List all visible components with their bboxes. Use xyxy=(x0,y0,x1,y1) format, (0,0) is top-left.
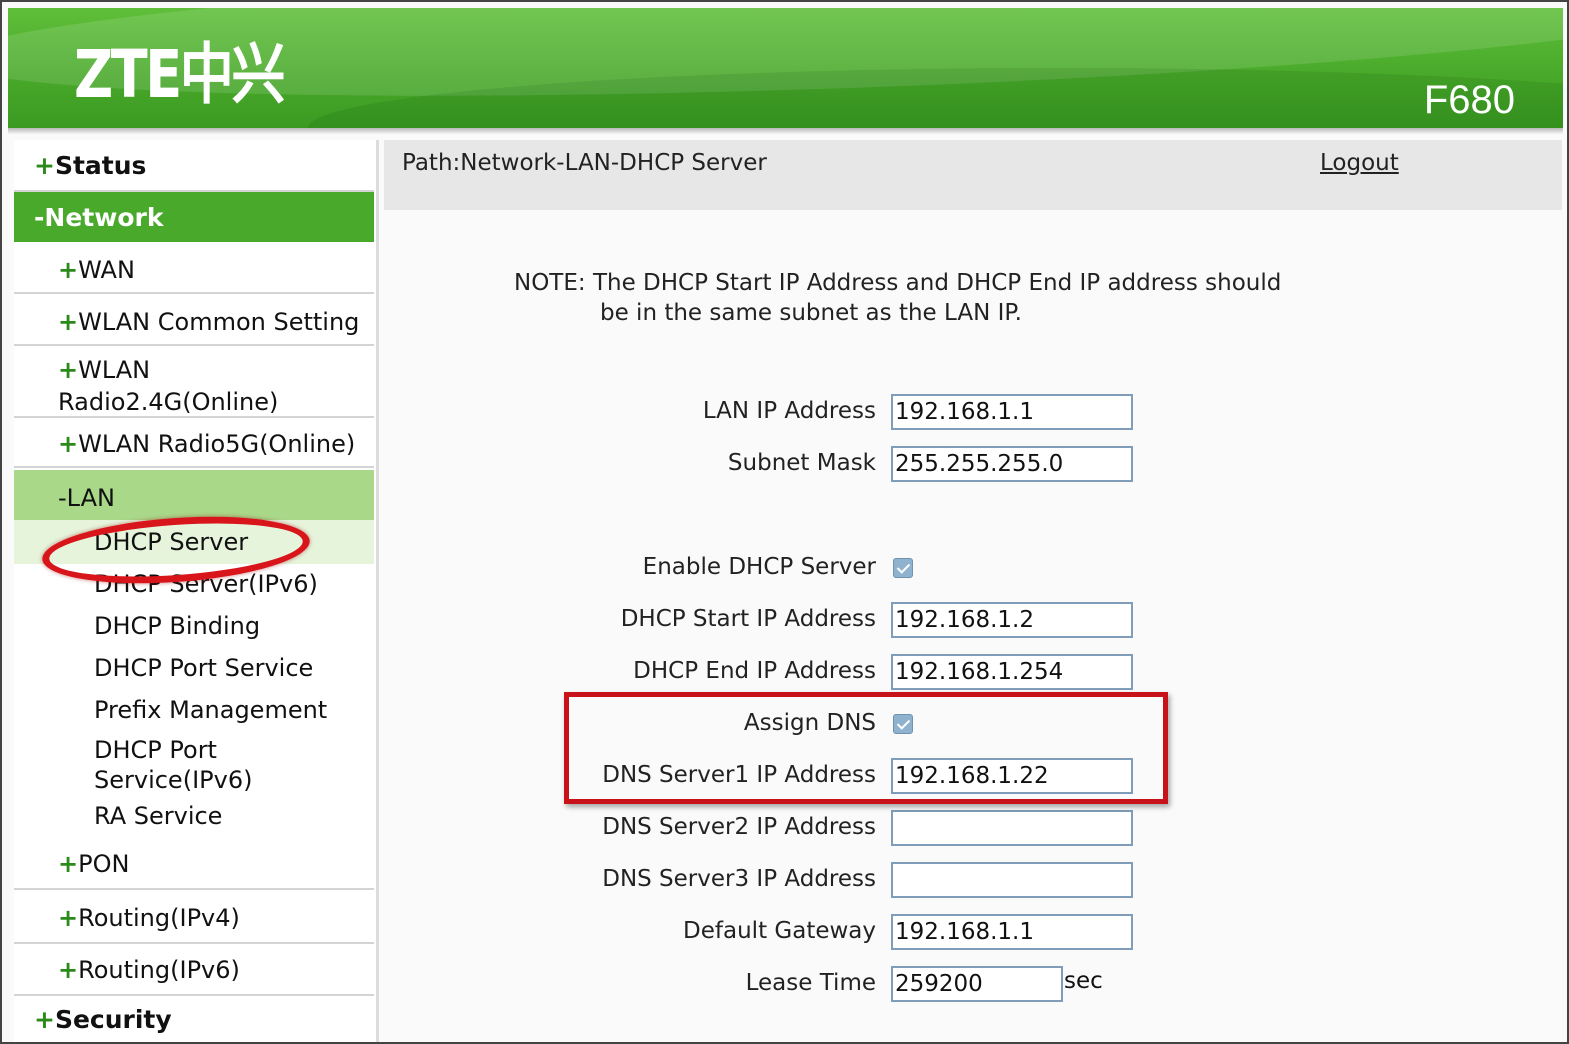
sidebar-item-label-line2: Service(IPv6) xyxy=(94,766,253,794)
path-bar: Path:Network-LAN-DHCP Server Logout xyxy=(384,140,1562,210)
sidebar-item-wlan-radio5g[interactable]: +WLAN Radio5G(Online) xyxy=(14,418,374,468)
sidebar-item-label: WLAN xyxy=(78,356,151,384)
sidebar-item-label: Routing(IPv6) xyxy=(78,956,240,984)
dns3-row: DNS Server3 IP Address xyxy=(384,862,1562,902)
subnet-mask-input[interactable]: 255.255.255.0 xyxy=(891,446,1133,482)
sidebar-item-label: Network xyxy=(44,203,164,232)
lan-ip-label: LAN IP Address xyxy=(702,398,876,424)
sidebar-item-label: WLAN Common Setting xyxy=(78,308,360,336)
dns2-row: DNS Server2 IP Address xyxy=(384,810,1562,850)
expand-plus-icon: + xyxy=(34,151,55,180)
logout-link[interactable]: Logout xyxy=(1320,150,1399,176)
expand-plus-icon: + xyxy=(58,308,79,336)
dns3-input[interactable] xyxy=(891,862,1133,898)
sidebar-nav: +Status -Network +WAN +WLAN Common Setti… xyxy=(14,140,379,1042)
lease-time-label: Lease Time xyxy=(745,970,876,996)
sidebar-item-label: Routing(IPv4) xyxy=(78,904,240,932)
sidebar-item-wan[interactable]: +WAN xyxy=(14,242,374,294)
enable-dhcp-label: Enable DHCP Server xyxy=(642,554,876,580)
sidebar-item-ra-service[interactable]: RA Service xyxy=(14,798,374,838)
expand-plus-icon: + xyxy=(34,1005,55,1034)
highlight-box xyxy=(564,692,1168,804)
dhcp-start-label: DHCP Start IP Address xyxy=(620,606,876,632)
expand-plus-icon: + xyxy=(58,904,79,932)
sidebar-item-wlan-radio24[interactable]: +WLAN Radio2.4G(Online) xyxy=(14,346,374,418)
note-line-2: be in the same subnet as the LAN IP. xyxy=(600,300,1022,326)
sidebar-item-label: Status xyxy=(54,151,147,180)
sidebar-item-pon[interactable]: +PON xyxy=(14,840,374,890)
expand-plus-icon: + xyxy=(58,850,79,878)
device-model: F680 xyxy=(1423,78,1515,122)
dhcp-start-row: DHCP Start IP Address 192.168.1.2 xyxy=(384,602,1562,642)
gateway-label: Default Gateway xyxy=(683,918,876,944)
note-line-1: NOTE: The DHCP Start IP Address and DHCP… xyxy=(514,270,1282,296)
lan-ip-row: LAN IP Address 192.168.1.1 xyxy=(384,394,1562,434)
sidebar-item-label: RA Service xyxy=(94,802,223,830)
gateway-row: Default Gateway 192.168.1.1 xyxy=(384,914,1562,954)
expand-plus-icon: + xyxy=(58,956,79,984)
lease-time-input[interactable]: 259200 xyxy=(891,966,1063,1002)
dhcp-end-input[interactable]: 192.168.1.254 xyxy=(891,654,1133,690)
sidebar-item-dhcp-port-service[interactable]: DHCP Port Service xyxy=(14,650,374,690)
header-divider xyxy=(8,128,1563,134)
lease-time-row: Lease Time 259200 sec xyxy=(384,966,1562,1006)
subnet-mask-label: Subnet Mask xyxy=(727,450,876,476)
sidebar-item-label: DHCP Port Service xyxy=(94,654,314,682)
lease-time-unit: sec xyxy=(1064,968,1103,994)
router-admin-window: ZTE中兴 F680 +Status -Network +WAN +WLAN C… xyxy=(0,0,1569,1044)
sidebar-item-label: Security xyxy=(54,1005,172,1034)
gateway-input[interactable]: 192.168.1.1 xyxy=(891,914,1133,950)
sidebar-item-label-line2: Radio2.4G(Online) xyxy=(58,388,279,416)
dhcp-end-row: DHCP End IP Address 192.168.1.254 xyxy=(384,654,1562,694)
dhcp-end-label: DHCP End IP Address xyxy=(633,658,876,684)
expand-plus-icon: + xyxy=(58,356,79,384)
sidebar-item-label: DHCP Port xyxy=(94,736,217,764)
collapse-minus-icon: - xyxy=(58,484,67,512)
sidebar-item-dhcp-binding[interactable]: DHCP Binding xyxy=(14,608,374,648)
sidebar-item-label: Prefix Management xyxy=(94,696,328,724)
breadcrumb: Path:Network-LAN-DHCP Server xyxy=(402,150,767,176)
sidebar-item-lan[interactable]: -LAN xyxy=(14,470,374,520)
expand-plus-icon: + xyxy=(58,256,79,284)
subnet-mask-row: Subnet Mask 255.255.255.0 xyxy=(384,446,1562,486)
sidebar-item-routing-ipv4[interactable]: +Routing(IPv4) xyxy=(14,892,374,944)
dns3-label: DNS Server3 IP Address xyxy=(602,866,876,892)
enable-dhcp-checkbox[interactable] xyxy=(893,558,913,578)
sidebar-item-security[interactable]: +Security xyxy=(14,996,374,1042)
collapse-minus-icon: - xyxy=(34,203,45,232)
sidebar-item-dhcp-port-service-ipv6[interactable]: DHCP Port Service(IPv6) xyxy=(14,734,374,796)
header-banner: ZTE中兴 F680 xyxy=(8,8,1563,128)
sidebar-item-label: DHCP Binding xyxy=(94,612,261,640)
sidebar-item-status[interactable]: +Status xyxy=(14,140,374,192)
sidebar-item-network[interactable]: -Network xyxy=(14,192,374,242)
dhcp-start-input[interactable]: 192.168.1.2 xyxy=(891,602,1133,638)
sidebar-item-label: WLAN Radio5G(Online) xyxy=(78,430,356,458)
sidebar-item-prefix-management[interactable]: Prefix Management xyxy=(14,692,374,732)
sidebar-item-label: WAN xyxy=(78,256,135,284)
expand-plus-icon: + xyxy=(58,430,79,458)
lan-ip-input[interactable]: 192.168.1.1 xyxy=(891,394,1133,430)
dns2-label: DNS Server2 IP Address xyxy=(602,814,876,840)
note-text: NOTE: The DHCP Start IP Address and DHCP… xyxy=(514,268,1281,328)
sidebar-item-routing-ipv6[interactable]: +Routing(IPv6) xyxy=(14,944,374,996)
dns2-input[interactable] xyxy=(891,810,1133,846)
sidebar-item-label: LAN xyxy=(66,484,115,512)
sidebar-item-wlan-common[interactable]: +WLAN Common Setting xyxy=(14,294,374,346)
dhcp-server-form: NOTE: The DHCP Start IP Address and DHCP… xyxy=(384,210,1562,1042)
enable-dhcp-row: Enable DHCP Server xyxy=(384,550,1562,590)
zte-logo: ZTE中兴 xyxy=(74,36,286,113)
sidebar-item-label: PON xyxy=(78,850,130,878)
